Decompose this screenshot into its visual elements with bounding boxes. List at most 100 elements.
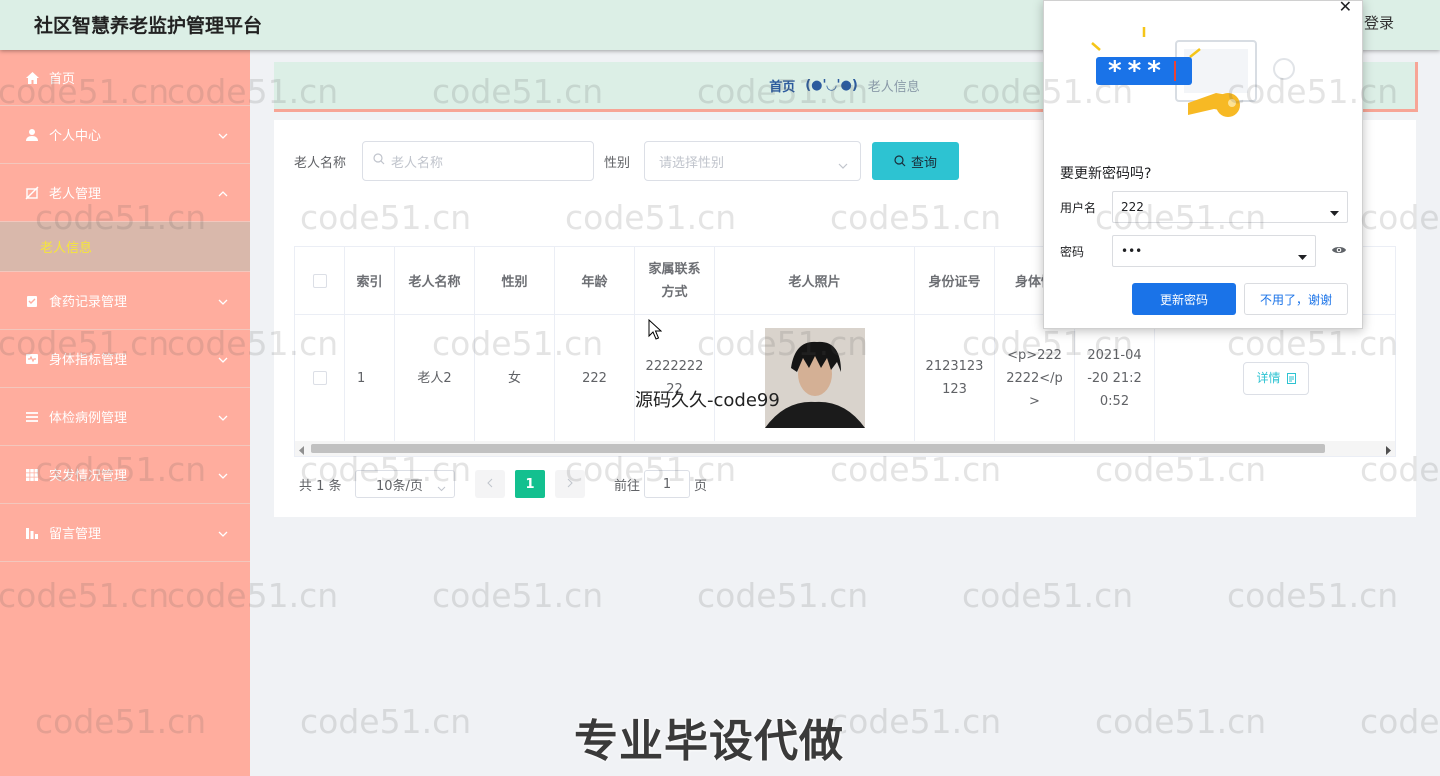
watermark-overlay-small: 源码久久-code99 (635, 390, 780, 411)
scrollbar-thumb[interactable] (311, 444, 1325, 453)
next-page-button[interactable] (555, 470, 585, 498)
name-label: 老人名称 (294, 156, 347, 171)
dropdown-arrow-icon (1298, 249, 1307, 263)
chevron-down-icon (218, 352, 228, 367)
table-header: 老人名称 (395, 247, 475, 315)
password-value: ••• (1121, 244, 1143, 258)
sidebar-item-elder-management[interactable]: 老人管理 (0, 164, 250, 222)
page-size-select[interactable]: 10条/页 (355, 470, 455, 498)
user-icon (24, 127, 40, 143)
chevron-down-icon (218, 468, 228, 483)
table-cell-body-info: <p>222 2222</p > (995, 315, 1075, 441)
close-icon[interactable]: ✕ (1339, 0, 1352, 16)
sidebar-item-checkup-records[interactable]: 体检病例管理 (0, 388, 250, 446)
chevron-down-icon (218, 526, 228, 541)
query-button[interactable]: 查询 (872, 142, 959, 180)
mouse-cursor-icon (648, 318, 663, 344)
clipboard-icon (24, 293, 40, 309)
body-metrics-icon (24, 351, 40, 367)
detail-button-label: 详情 (1256, 370, 1281, 385)
sidebar-item-label: 突发情况管理 (49, 469, 128, 484)
elder-photo (764, 328, 865, 428)
sidebar-item-label: 体检病例管理 (49, 411, 128, 426)
chevron-right-icon (567, 477, 573, 492)
chart-icon (24, 525, 40, 541)
password-update-popup: ✕ *** 要更新密码吗? 用户名 222 密码 ••• 更新密码 不用了，谢谢 (1043, 0, 1363, 329)
sidebar-item-label: 食药记录管理 (49, 295, 128, 310)
name-search-placeholder: 老人名称 (391, 155, 444, 171)
row-checkbox[interactable] (312, 371, 327, 385)
sidebar-item-personal-center[interactable]: 个人中心 (0, 106, 250, 164)
search-icon (894, 155, 906, 167)
select-all-checkbox[interactable] (312, 273, 327, 288)
query-button-label: 查询 (910, 155, 937, 171)
gender-select[interactable]: 请选择性别 (644, 141, 861, 181)
sidebar-item-label: 个人中心 (49, 129, 102, 144)
scroll-right-arrow-icon[interactable] (1385, 444, 1391, 456)
search-icon (373, 153, 385, 169)
chevron-down-icon (218, 410, 228, 425)
dropdown-arrow-icon (1330, 205, 1339, 219)
password-label: 密码 (1060, 245, 1085, 259)
scroll-left-arrow-icon[interactable] (299, 444, 305, 456)
username-label: 用户名 (1060, 201, 1097, 215)
table-cell-age: 222 (555, 315, 635, 441)
chevron-down-icon (218, 128, 228, 143)
goto-label: 前往 (614, 478, 641, 494)
name-search-input[interactable]: 老人名称 (362, 141, 594, 181)
table-header: 老人照片 (715, 247, 915, 315)
table-cell-name: 老人2 (395, 315, 475, 441)
goto-page-input[interactable]: 1 (644, 470, 690, 498)
sidebar-item-body-metrics[interactable]: 身体指标管理 (0, 330, 250, 388)
show-password-eye-icon[interactable] (1331, 244, 1347, 260)
table-header: 年龄 (555, 247, 635, 315)
detail-button[interactable]: 详情 (1243, 361, 1309, 395)
page-number-active[interactable]: 1 (515, 470, 545, 498)
sidebar-item-messages[interactable]: 留言管理 (0, 504, 250, 562)
pagination-total: 共 1 条 (299, 478, 342, 494)
password-popup-question: 要更新密码吗? (1060, 166, 1152, 182)
table-cell-gender: 女 (475, 315, 555, 441)
table-cell-index: 1 (345, 315, 395, 441)
sidebar-item-food-medicine[interactable]: 食药记录管理 (0, 272, 250, 330)
chevron-left-icon (487, 477, 493, 492)
page-unit-label: 页 (694, 478, 708, 494)
sidebar-item-emergency[interactable]: 突发情况管理 (0, 446, 250, 504)
breadcrumb-current: 老人信息 (867, 80, 920, 95)
table-cell-actions: 详情 (1155, 315, 1395, 441)
password-select[interactable]: ••• (1112, 235, 1316, 267)
watermark-overlay-big: 专业毕设代做 (574, 716, 844, 767)
app-title: 社区智慧养老监护管理平台 (34, 15, 263, 37)
table-cell-date: 2021-04 -20 21:2 0:52 (1075, 315, 1155, 441)
sidebar-item-label: 身体指标管理 (49, 353, 128, 368)
select-all-cell (295, 247, 345, 315)
home-icon (24, 70, 40, 86)
table-header: 身份证号 (915, 247, 995, 315)
sidebar-subitem-label: 老人信息 (40, 241, 93, 256)
gender-select-placeholder: 请选择性别 (659, 155, 725, 171)
prev-page-button[interactable] (475, 470, 505, 498)
login-link[interactable]: 登录 (1364, 12, 1394, 33)
table-horizontal-scrollbar[interactable] (295, 441, 1395, 456)
chevron-down-icon (838, 158, 848, 173)
table-header: 家属联系方式 (635, 247, 715, 315)
list-icon (24, 409, 40, 425)
grid-icon (24, 467, 40, 483)
sidebar-item-home[interactable]: 首页 (0, 50, 250, 106)
username-value: 222 (1121, 200, 1144, 214)
breadcrumb-home[interactable]: 首页 (769, 76, 795, 95)
table-header: 性别 (475, 247, 555, 315)
sidebar-subitem-elder-info[interactable]: 老人信息 (0, 222, 250, 272)
breadcrumb-separator: (●'◡'●) (805, 78, 858, 93)
table-cell-contact: 2222222 22 (635, 315, 715, 441)
update-password-button[interactable]: 更新密码 (1132, 283, 1236, 315)
decline-button[interactable]: 不用了，谢谢 (1244, 283, 1348, 315)
username-select[interactable]: 222 (1112, 191, 1348, 223)
row-checkbox-cell (295, 315, 345, 441)
page-size-value: 10条/页 (376, 478, 423, 494)
document-icon (1286, 372, 1296, 384)
chevron-down-icon (437, 481, 446, 496)
elder-icon (24, 185, 40, 201)
sidebar: 首页 个人中心 老人管理 老人信息 食药记录管理 身体指标管理 体检病例管理 突… (0, 50, 250, 776)
table-cell-id-number: 2123123 123 (915, 315, 995, 441)
